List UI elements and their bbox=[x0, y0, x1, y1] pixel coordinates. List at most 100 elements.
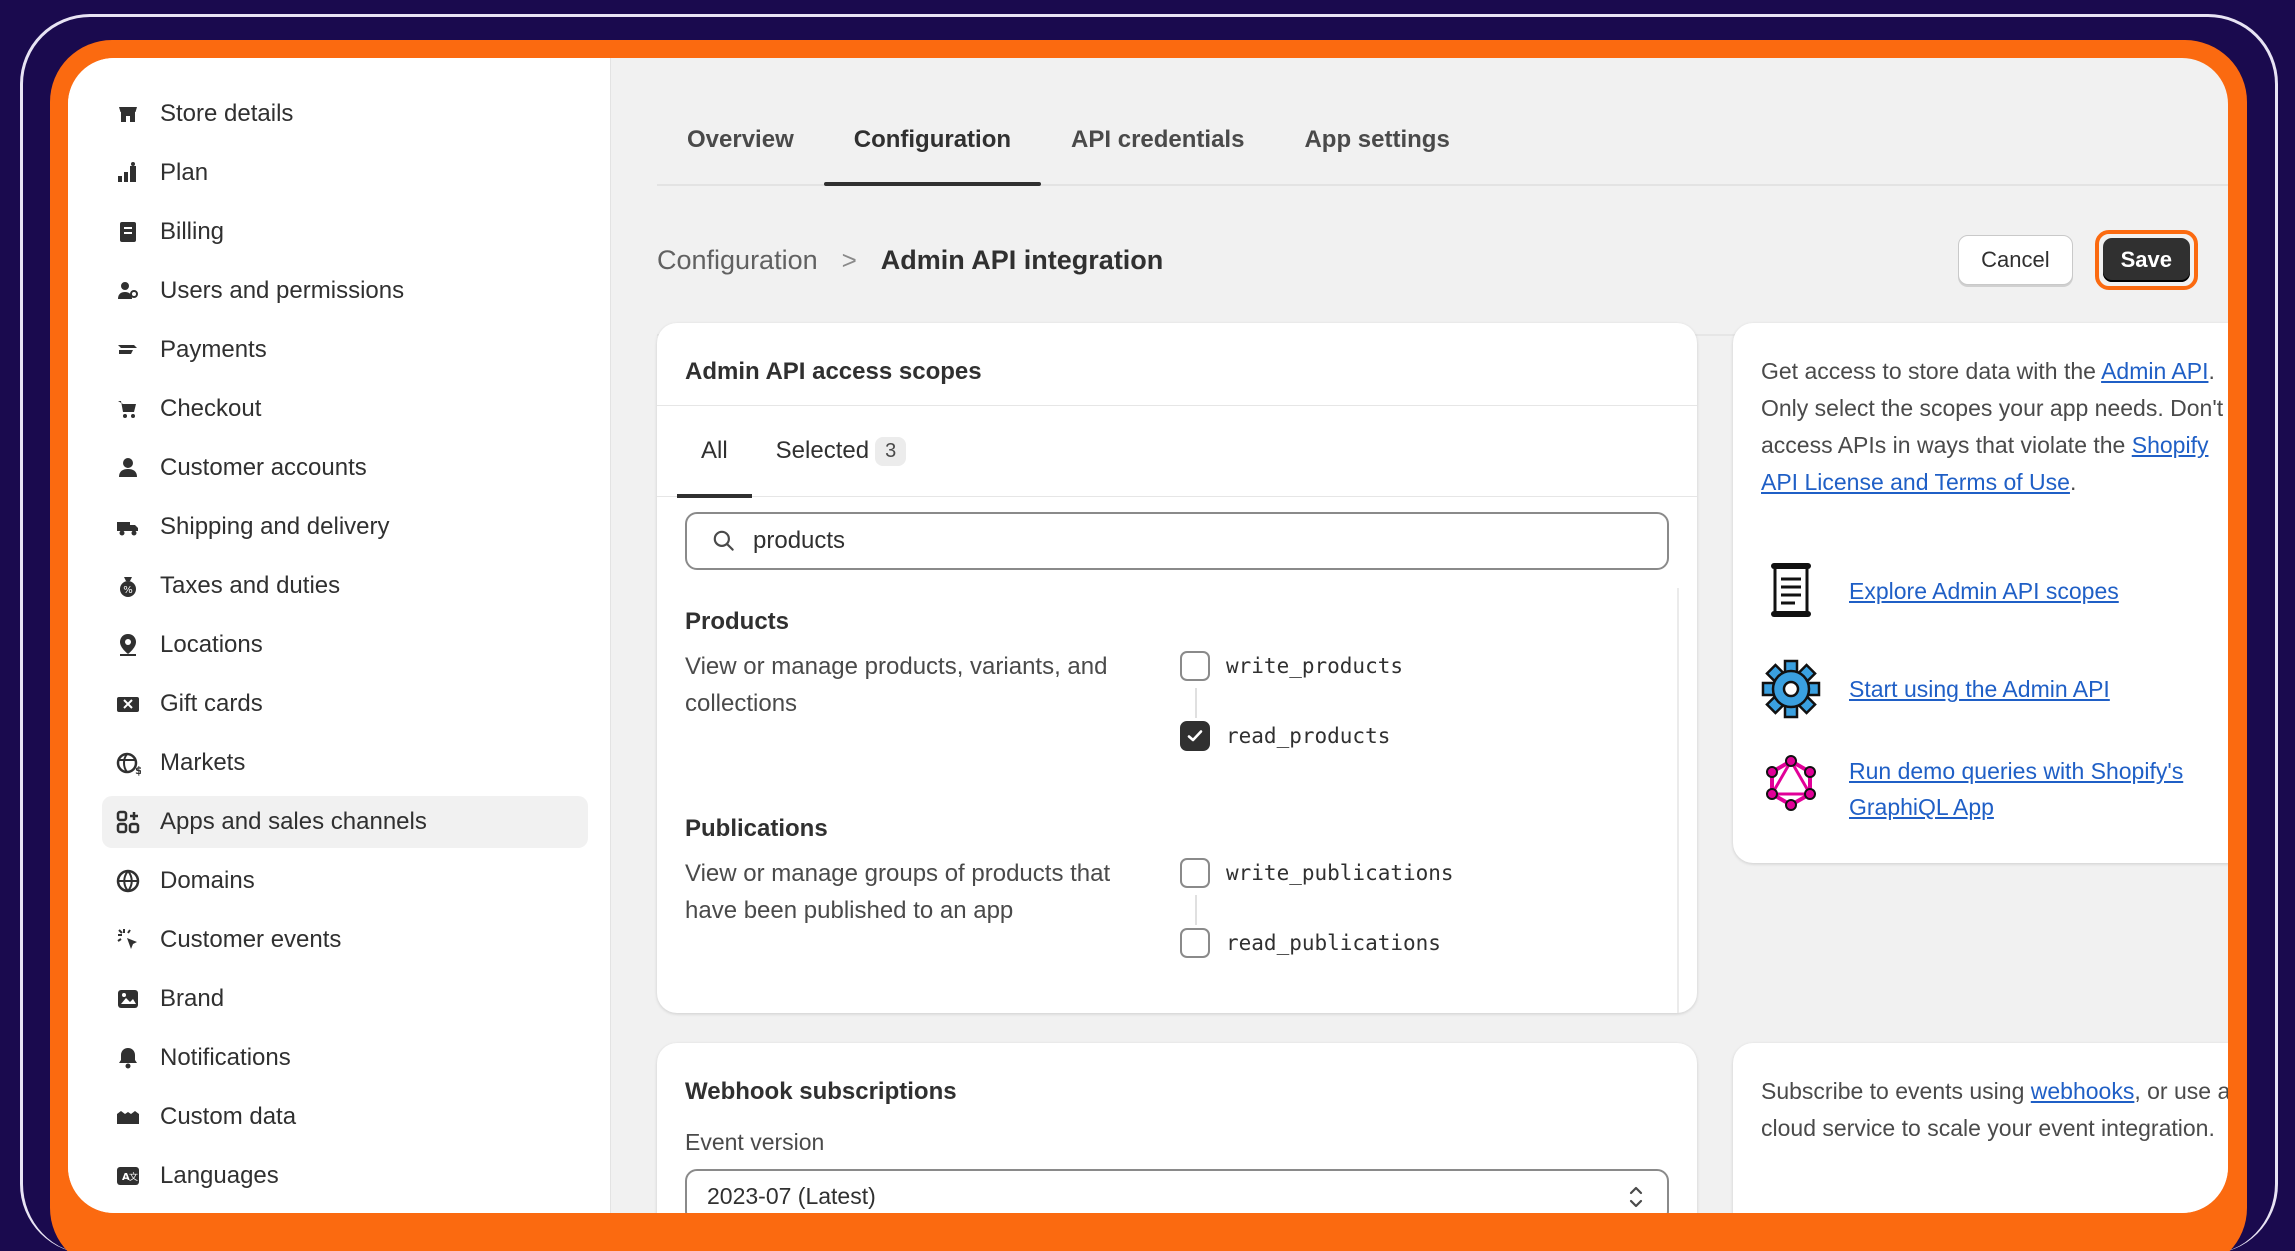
info-text-part: . bbox=[2069, 469, 2077, 495]
custom-data-icon bbox=[114, 1103, 142, 1131]
sidebar-item-plan[interactable]: Plan bbox=[102, 147, 588, 199]
tab-all[interactable]: All bbox=[677, 405, 752, 498]
sidebar-item-gift-cards[interactable]: Gift cards bbox=[102, 678, 588, 730]
scrollbar[interactable] bbox=[1677, 588, 1679, 1013]
webhook-subscriptions-card: Webhook subscriptions Event version 2023… bbox=[657, 1043, 1697, 1213]
sidebar-item-label: Custom data bbox=[160, 1103, 297, 1130]
tab-overview[interactable]: Overview bbox=[657, 126, 824, 184]
event-version-select[interactable]: 2023-07 (Latest) bbox=[685, 1169, 1669, 1213]
tab-api-credentials[interactable]: API credentials bbox=[1041, 126, 1274, 184]
tab-configuration[interactable]: Configuration bbox=[823, 126, 1042, 186]
group-description: View or manage products, variants, and c… bbox=[685, 653, 1108, 717]
sidebar-item-locations[interactable]: Locations bbox=[102, 619, 588, 671]
tab-selected[interactable]: Selected 3 bbox=[752, 405, 931, 497]
info-text-part: Get access to store data with the bbox=[1761, 358, 2102, 384]
header-actions: Cancel Save bbox=[1958, 230, 2198, 290]
sidebar-item-taxes-and-duties[interactable]: % Taxes and duties bbox=[102, 560, 588, 612]
permission-write-publications[interactable]: write_publications bbox=[1180, 858, 1454, 888]
sidebar-item-label: Users and permissions bbox=[160, 277, 405, 304]
sidebar-item-store-details[interactable]: Store details bbox=[102, 88, 588, 140]
tab-app-settings[interactable]: App settings bbox=[1274, 126, 1479, 184]
sidebar-item-checkout[interactable]: Checkout bbox=[102, 383, 588, 435]
svg-text:文: 文 bbox=[129, 1171, 138, 1183]
sidebar-item-shipping-and-delivery[interactable]: Shipping and delivery bbox=[102, 501, 588, 553]
sidebar-item-users-and-permissions[interactable]: Users and permissions bbox=[102, 265, 588, 317]
gift-card-icon bbox=[114, 690, 142, 718]
users-icon bbox=[114, 277, 142, 305]
resource-explore-scopes: Explore Admin API scopes bbox=[1761, 561, 2228, 621]
sidebar-item-customer-accounts[interactable]: Customer accounts bbox=[102, 442, 588, 494]
webhooks-link[interactable]: webhooks bbox=[2031, 1078, 2135, 1104]
sidebar-item-customer-events[interactable]: Customer events bbox=[102, 914, 588, 966]
sidebar-item-notifications[interactable]: Notifications bbox=[102, 1032, 588, 1084]
card-title: Admin API access scopes bbox=[685, 358, 982, 385]
sidebar-item-domains[interactable]: Domains bbox=[102, 855, 588, 907]
money-bag-icon: % bbox=[114, 572, 142, 600]
admin-api-link[interactable]: Admin API bbox=[2101, 358, 2208, 384]
checkbox-read-products[interactable] bbox=[1180, 721, 1210, 751]
cursor-click-icon bbox=[114, 926, 142, 954]
document-icon bbox=[1771, 563, 1811, 617]
resource-graphiql: Run demo queries with Shopify's GraphiQL… bbox=[1761, 753, 2228, 825]
sidebar-item-label: Customer accounts bbox=[160, 454, 367, 481]
start-admin-api-link[interactable]: Start using the Admin API bbox=[1849, 671, 2228, 707]
permission-label: write_publications bbox=[1226, 861, 1454, 885]
sidebar-item-label: Taxes and duties bbox=[160, 572, 341, 599]
admin-window: Store details Plan Billing Users and permis… bbox=[68, 58, 2228, 1213]
sidebar-item-apps-and-sales-channels[interactable]: Apps and sales channels bbox=[102, 796, 588, 848]
svg-text:%: % bbox=[123, 585, 133, 596]
page-title: Admin API integration bbox=[880, 244, 1164, 275]
sidebar-item-markets[interactable]: $ Markets bbox=[102, 737, 588, 789]
save-button[interactable]: Save bbox=[2102, 238, 2190, 282]
sidebar-item-label: Gift cards bbox=[160, 690, 263, 717]
sidebar-item-label: Brand bbox=[160, 985, 225, 1012]
gear-icon bbox=[1761, 659, 1821, 719]
access-scopes-card: Admin API access scopes All Selected 3 P… bbox=[657, 323, 1697, 1013]
checkbox-read-publications[interactable] bbox=[1180, 928, 1210, 958]
permission-read-products[interactable]: read_products bbox=[1180, 721, 1390, 751]
breadcrumb-parent[interactable]: Configuration bbox=[657, 245, 818, 276]
breadcrumb-separator: > bbox=[841, 244, 857, 275]
sidebar-item-billing[interactable]: Billing bbox=[102, 206, 588, 258]
group-description: View or manage groups of products that h… bbox=[685, 860, 1111, 924]
tab-selected-label: Selected bbox=[775, 437, 870, 464]
permission-label: read_products bbox=[1226, 724, 1391, 748]
sidebar-item-payments[interactable]: Payments bbox=[102, 324, 588, 376]
checkbox-write-publications[interactable] bbox=[1180, 858, 1210, 888]
admin-api-info-card: Get access to store data with the Admin … bbox=[1733, 323, 2228, 863]
checkbox-write-products[interactable] bbox=[1180, 651, 1210, 681]
sidebar-item-label: Checkout bbox=[160, 395, 262, 422]
sidebar-item-label: Store details bbox=[160, 100, 294, 127]
scope-tabs: All Selected 3 bbox=[657, 405, 1697, 498]
sidebar-item-label: Domains bbox=[160, 867, 255, 894]
checkmark-icon bbox=[1187, 730, 1203, 742]
sidebar-item-label: Shipping and delivery bbox=[160, 513, 390, 540]
permission-connector bbox=[1195, 688, 1197, 718]
store-icon bbox=[114, 100, 142, 128]
explore-scopes-link[interactable]: Explore Admin API scopes bbox=[1849, 573, 2228, 609]
plan-icon bbox=[114, 159, 142, 187]
graphql-icon bbox=[1766, 755, 1816, 811]
sidebar-item-languages[interactable]: A 文 Languages bbox=[102, 1150, 588, 1202]
permission-label: read_publications bbox=[1226, 931, 1441, 955]
scope-search[interactable] bbox=[685, 512, 1669, 570]
cart-icon bbox=[114, 395, 142, 423]
scope-group-publications: Publications View or manage groups of pr… bbox=[685, 815, 1657, 958]
selected-count-badge: 3 bbox=[875, 436, 907, 466]
sidebar-item-brand[interactable]: Brand bbox=[102, 973, 588, 1025]
search-input[interactable] bbox=[753, 527, 1614, 555]
cancel-button[interactable]: Cancel bbox=[1958, 235, 2073, 285]
scope-group-products: Products View or manage products, varian… bbox=[685, 608, 1657, 751]
sidebar-item-custom-data[interactable]: Custom data bbox=[102, 1091, 588, 1143]
billing-icon bbox=[114, 218, 142, 246]
permission-read-publications[interactable]: read_publications bbox=[1180, 928, 1441, 958]
permission-connector bbox=[1195, 895, 1197, 925]
person-icon bbox=[114, 454, 142, 482]
sidebar-item-label: Billing bbox=[160, 218, 225, 245]
info-text: Get access to store data with the Admin … bbox=[1761, 353, 2228, 501]
permission-write-products[interactable]: write_products bbox=[1180, 651, 1403, 681]
graphiql-link[interactable]: Run demo queries with Shopify's GraphiQL… bbox=[1849, 753, 2228, 825]
location-pin-icon bbox=[114, 631, 142, 659]
main-content: Overview Configuration API credentials A… bbox=[612, 58, 2228, 1213]
sidebar-item-label: Payments bbox=[160, 336, 267, 363]
